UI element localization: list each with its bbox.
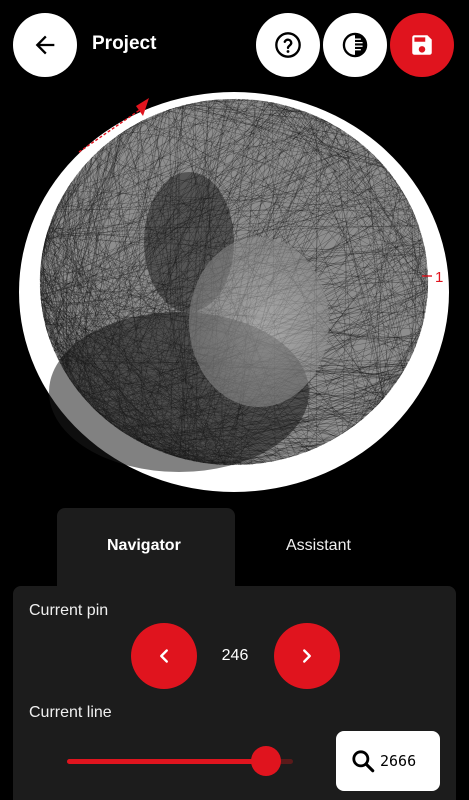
tab-assistant[interactable]: Assistant [286, 537, 351, 555]
contrast-button[interactable] [323, 13, 387, 77]
chevron-left-icon [160, 649, 168, 663]
search-icon [352, 750, 375, 773]
line-slider-thumb[interactable] [251, 746, 281, 776]
string-art-canvas[interactable]: 1 [19, 92, 450, 492]
line-search-field[interactable]: 2666 [336, 731, 440, 791]
page-title: Project [92, 33, 157, 54]
portrait-face [189, 237, 329, 407]
question-circle-icon [275, 32, 301, 58]
contrast-icon [342, 32, 368, 58]
save-button[interactable] [390, 13, 454, 77]
back-button[interactable] [13, 13, 77, 77]
arrow-left-icon [35, 35, 55, 55]
next-pin-button[interactable] [274, 623, 340, 689]
current-pin-label: Current pin [29, 602, 109, 619]
current-line-value: 2666 [380, 752, 417, 770]
floppy-disk-icon [412, 35, 432, 55]
current-line-label: Current line [29, 704, 112, 721]
current-pin-value: 246 [221, 647, 249, 664]
line-slider-fill [67, 759, 266, 764]
pin-marker-label: 1 [435, 269, 443, 286]
chevron-right-icon [303, 649, 311, 663]
tab-navigator[interactable]: Navigator [107, 537, 181, 555]
previous-pin-button[interactable] [131, 623, 197, 689]
help-button[interactable] [256, 13, 320, 77]
